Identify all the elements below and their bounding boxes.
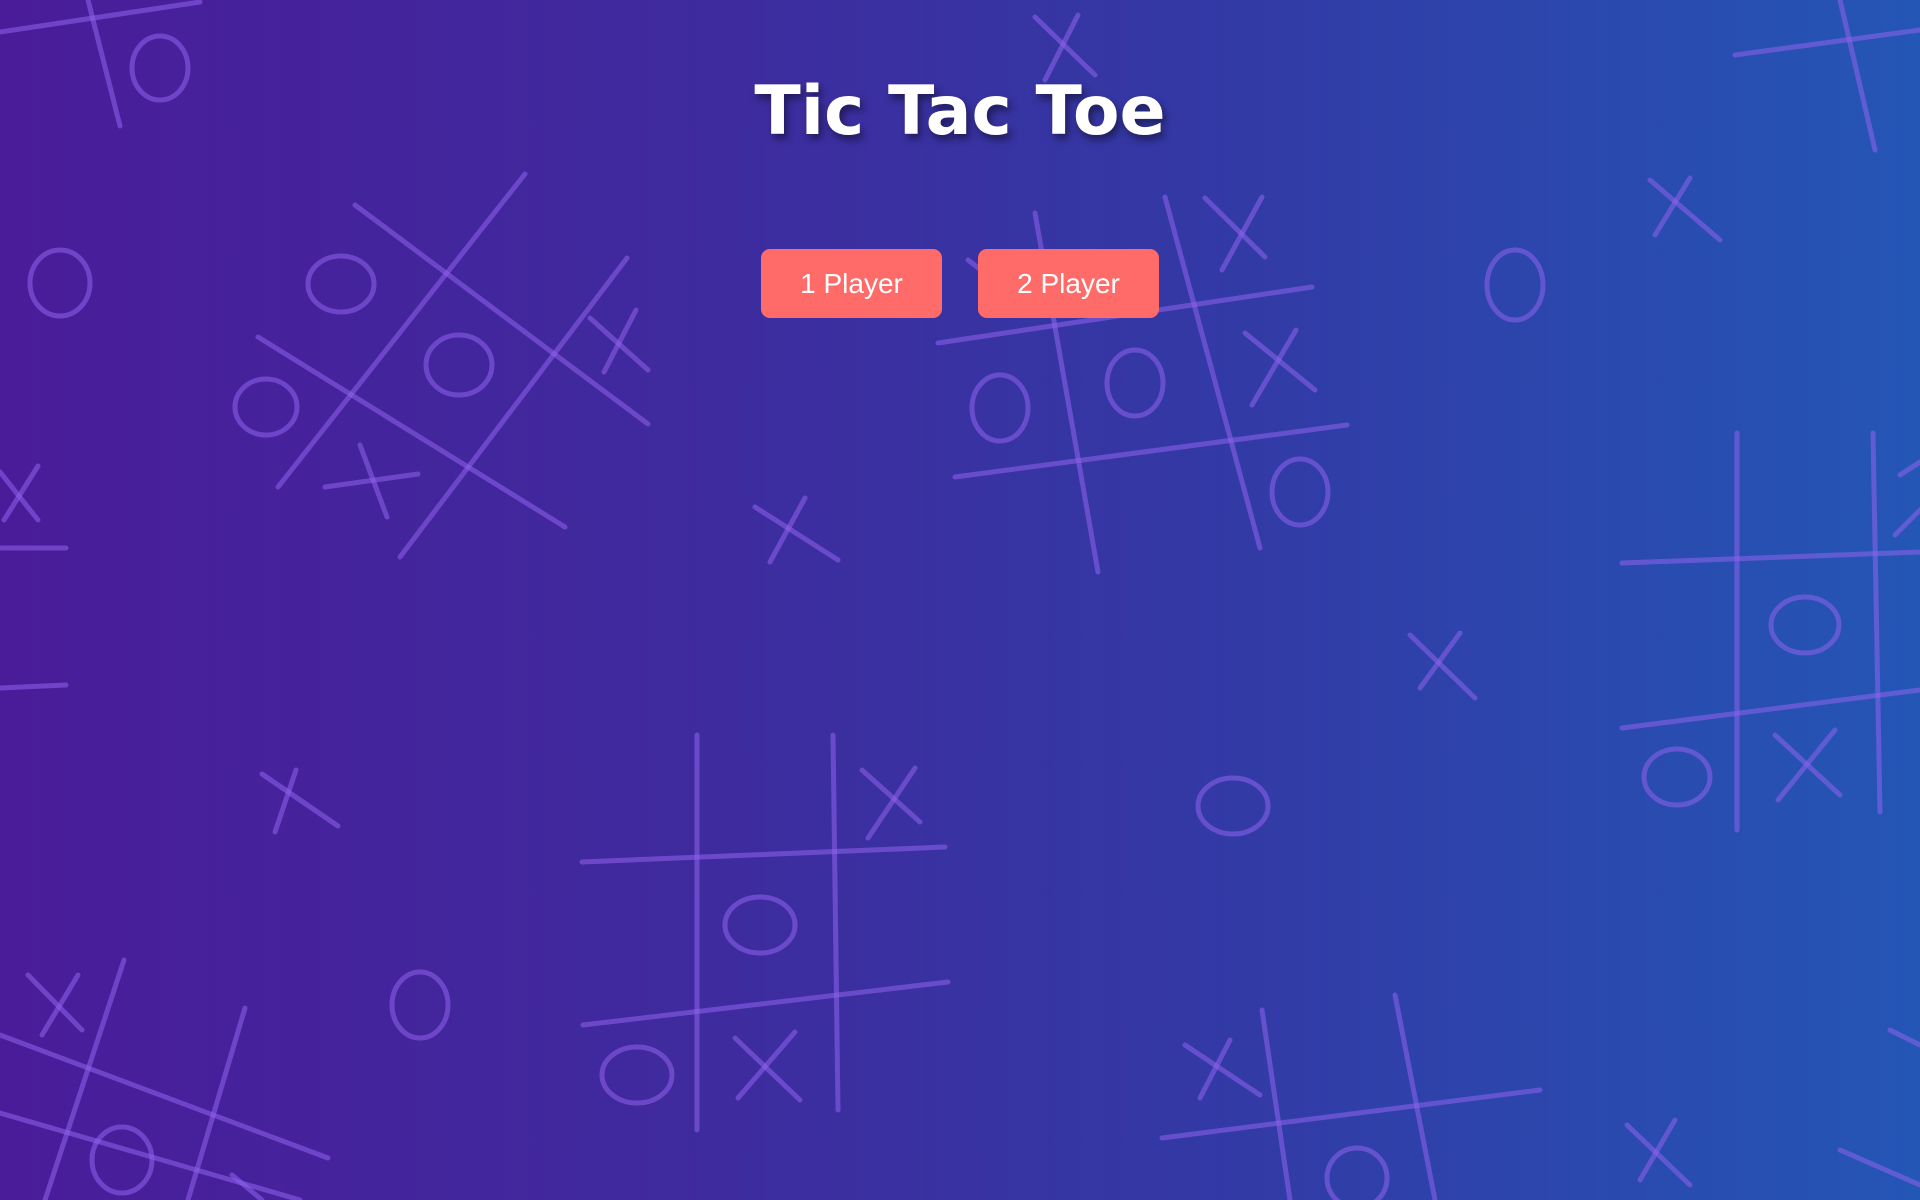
two-player-button[interactable]: 2 Player bbox=[978, 249, 1159, 318]
board-doodle-left-rotated bbox=[232, 171, 651, 560]
board-doodle-bottom-center bbox=[579, 732, 951, 1133]
board-doodle-bottom-right-center bbox=[1159, 992, 1543, 1200]
board-doodle-bottom-left bbox=[0, 957, 331, 1200]
tic-tac-toe-doodle-background bbox=[0, 0, 1920, 1200]
one-player-button[interactable]: 1 Player bbox=[761, 249, 942, 318]
page-title: Tic Tac Toe bbox=[754, 72, 1166, 151]
board-doodle-right bbox=[1619, 430, 1920, 833]
game-mode-selector: 1 Player 2 Player bbox=[0, 249, 1920, 318]
